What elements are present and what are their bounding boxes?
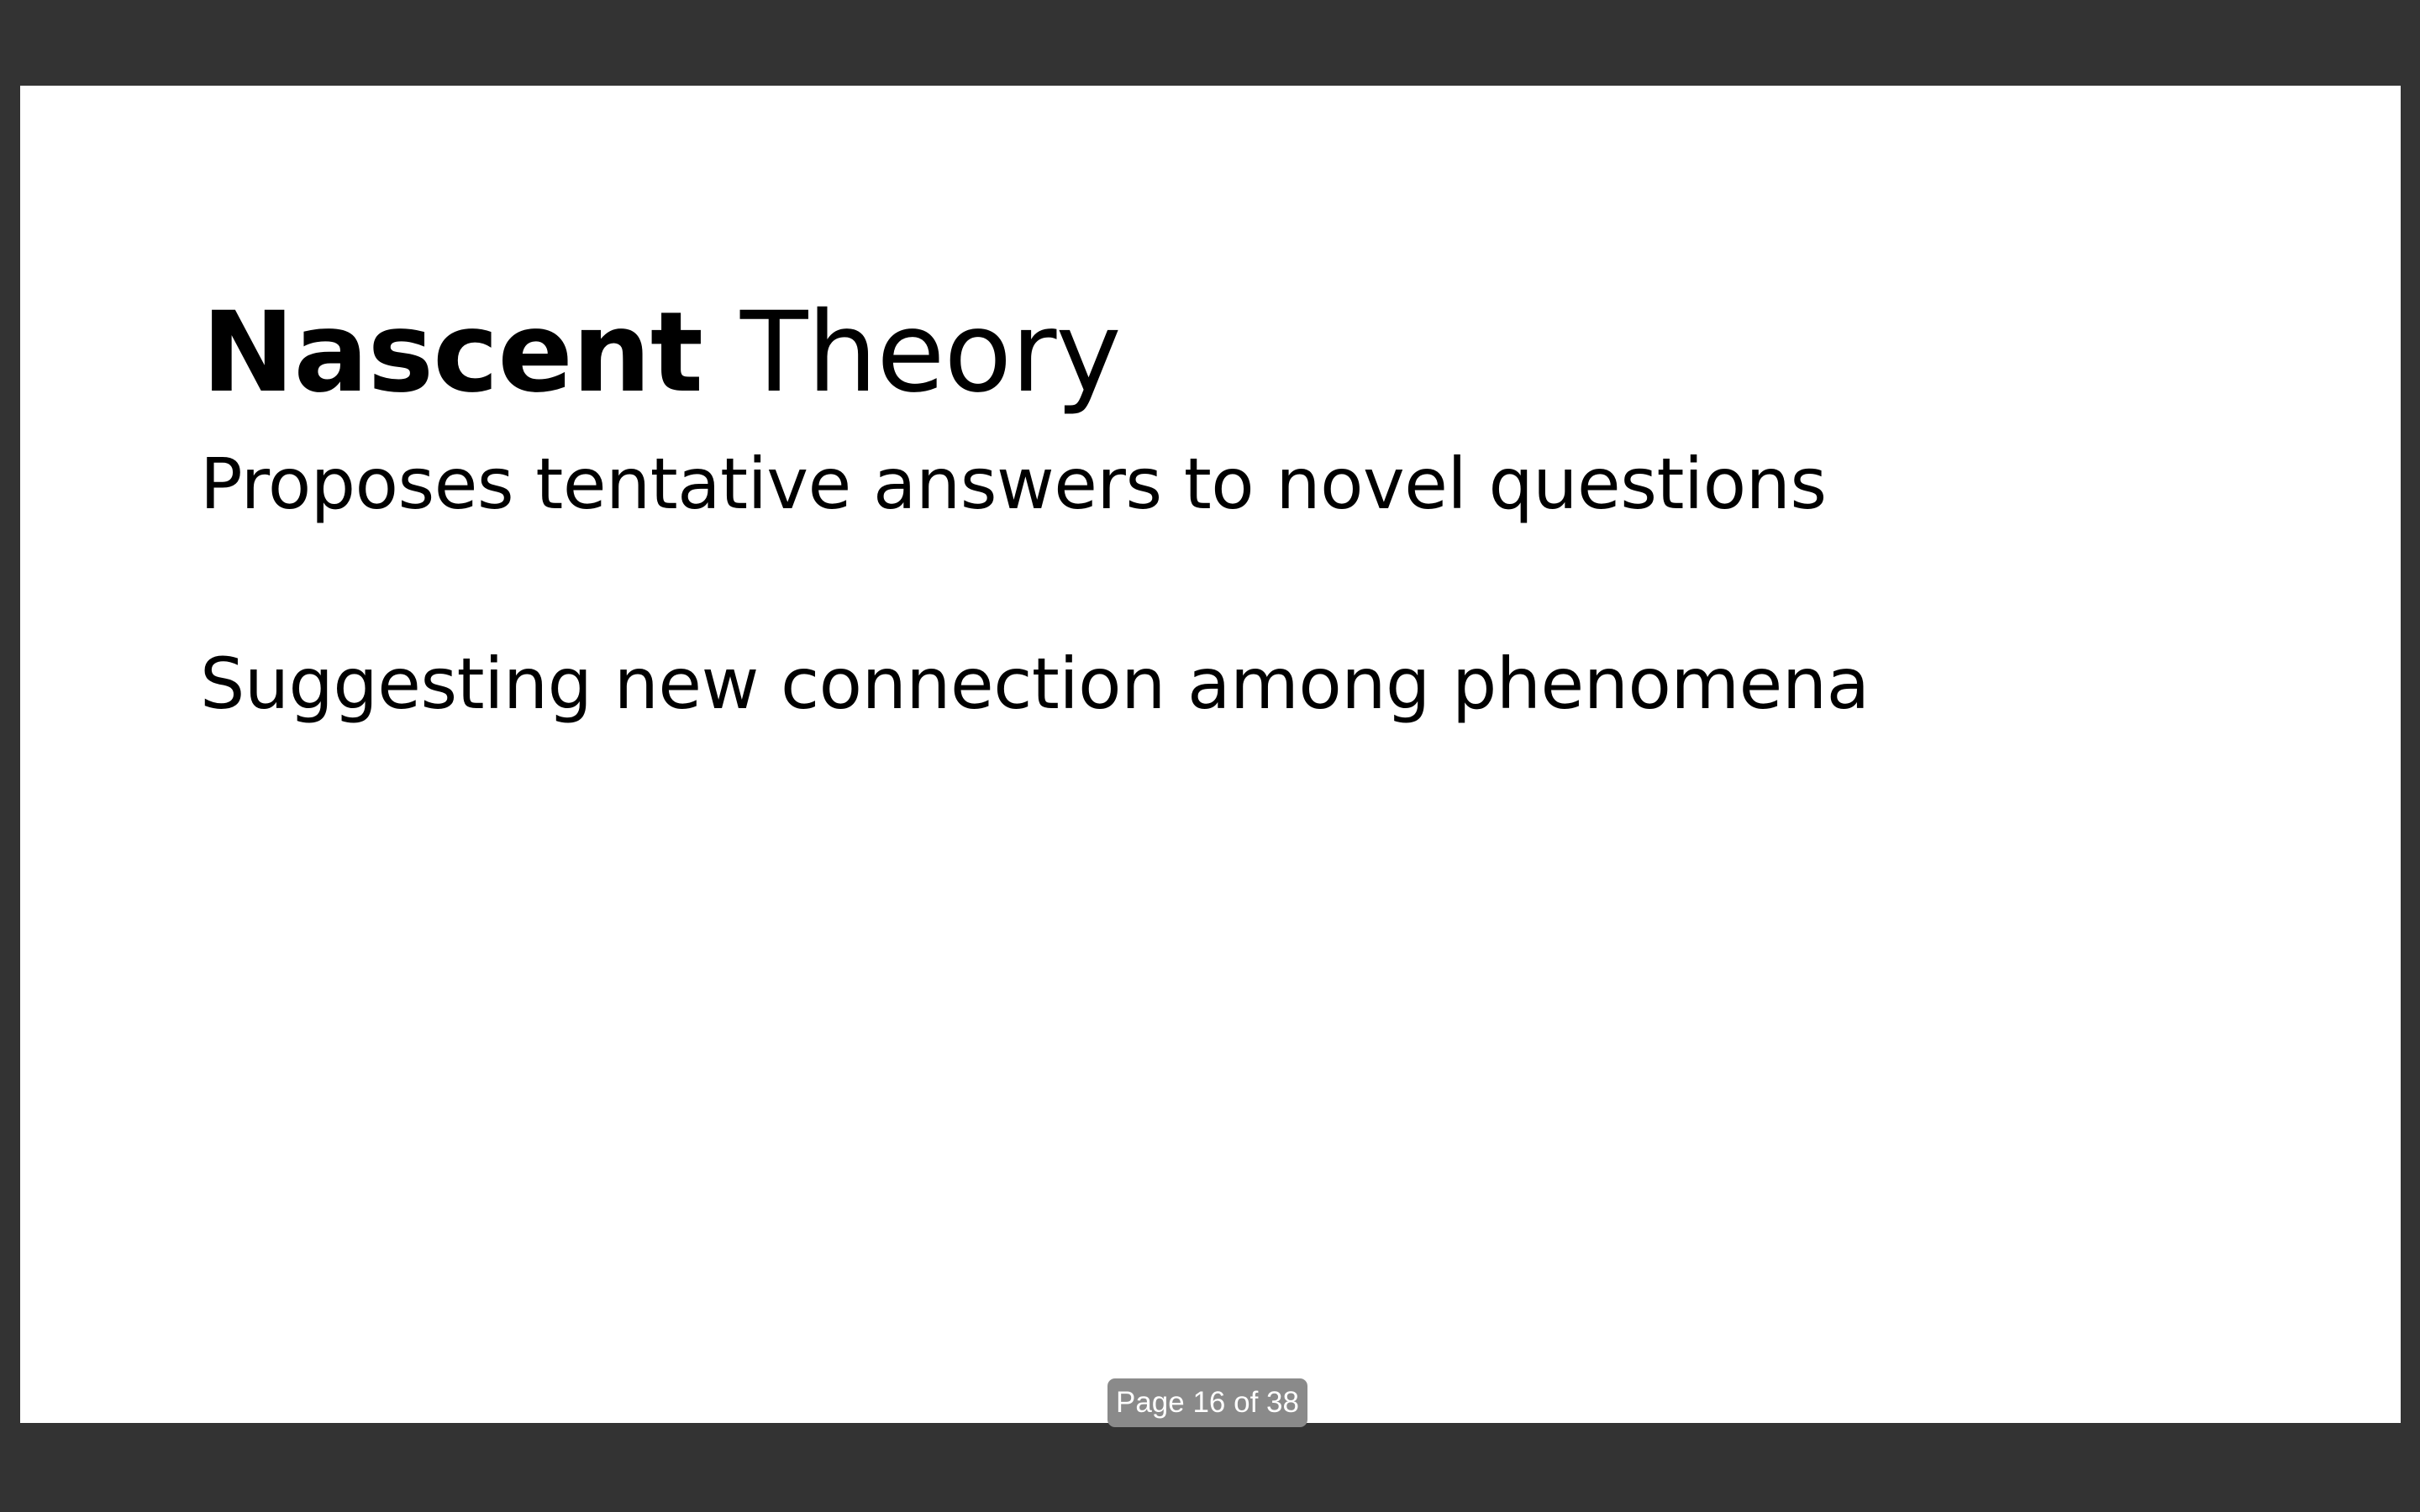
presentation-viewer: Nascent Theory Proposes tentative answer… [0,0,2420,1512]
slide-bullet-2: Suggesting new connection among phenomen… [200,643,1870,725]
slide-bullet-1: Proposes tentative answers to novel ques… [200,443,1827,525]
page-indicator-badge: Page 16 of 38 [1107,1378,1307,1427]
slide-title: Nascent Theory [202,297,1122,408]
slide-canvas[interactable]: Nascent Theory Proposes tentative answer… [20,86,2401,1423]
slide-title-regular: Theory [739,288,1122,417]
slide-title-bold: Nascent [202,288,703,417]
